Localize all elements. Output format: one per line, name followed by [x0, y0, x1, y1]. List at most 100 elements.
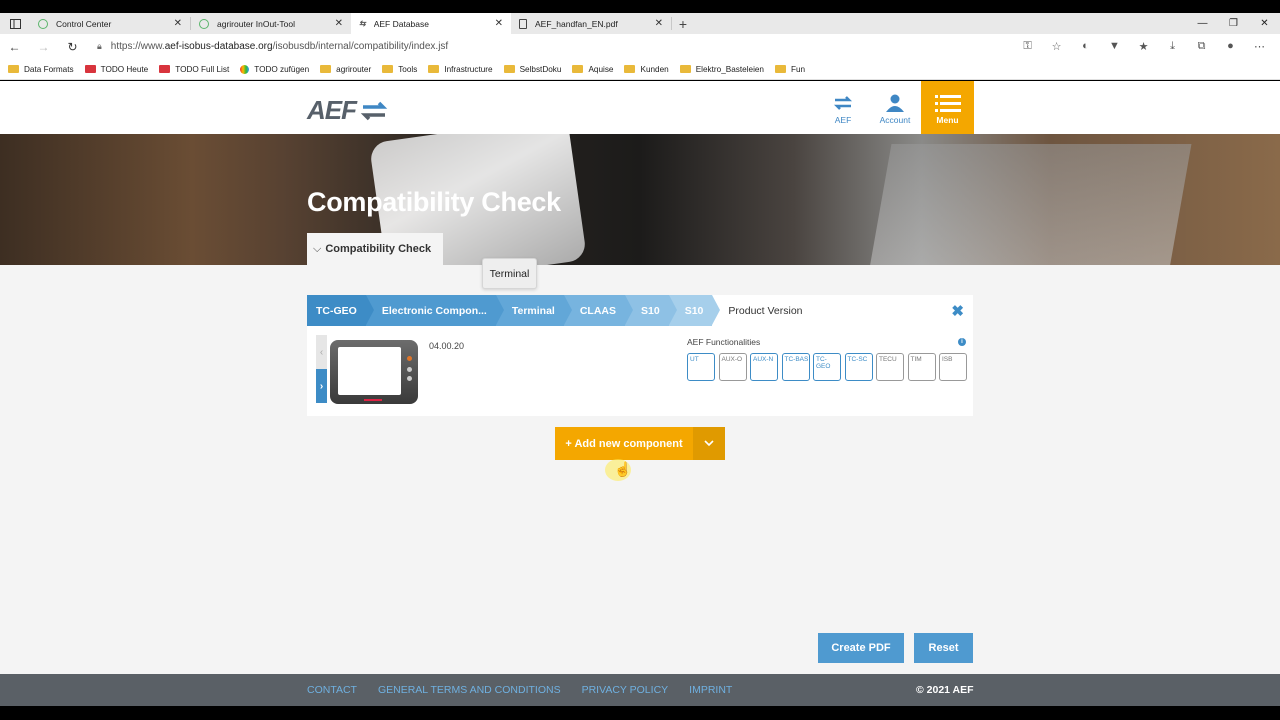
- breadcrumb-electronic-component[interactable]: Electronic Compon...: [365, 295, 504, 326]
- functionality-ut[interactable]: UT: [687, 353, 715, 381]
- tab-title: Control Center: [56, 18, 112, 29]
- site-footer: CONTACT GENERAL TERMS AND CONDITIONS PRI…: [0, 674, 1280, 706]
- compatibility-check-dropdown[interactable]: ⌵ Compatibility Check: [307, 233, 444, 265]
- address-bar-row: ← → ↻ 🔒︎ https://www. aef-isobus-database…: [0, 34, 1280, 59]
- hand-pointer-cursor-icon: ☝: [614, 461, 632, 477]
- functionality-aux-n[interactable]: AUX-N: [750, 353, 778, 381]
- tab-aef-database[interactable]: ⇆ AEF Database ✕: [351, 13, 511, 34]
- component-details: ‹ › 04.00.20 AEF Functionalities i UT AU…: [307, 326, 973, 416]
- add-component-dropdown-button[interactable]: [693, 427, 725, 460]
- back-arrow-icon[interactable]: ←: [0, 40, 29, 54]
- user-icon: [886, 94, 904, 112]
- footer-link-privacy[interactable]: PRIVACY POLICY: [582, 684, 669, 696]
- bookmarks-bar: Data Formats TODO Heute TODO Full List T…: [0, 59, 1280, 80]
- chevron-right-icon[interactable]: ›: [316, 369, 327, 403]
- breadcrumb-label: TC-GEO: [316, 304, 357, 317]
- url-path: /isobusdb/internal/compatibility/index.j…: [272, 41, 449, 52]
- url-field[interactable]: 🔒︎ https://www. aef-isobus-database.org/i…: [97, 41, 1013, 52]
- bookmark-todo-zufuegen[interactable]: TODO zufügen: [240, 64, 309, 74]
- info-icon[interactable]: i: [958, 338, 966, 346]
- tab-title: AEF_handfan_EN.pdf: [535, 18, 618, 29]
- breadcrumb-label: Electronic Compon...: [381, 304, 487, 317]
- todo-icon: [159, 65, 171, 73]
- bookmark-todo-heute[interactable]: TODO Heute: [84, 64, 149, 74]
- device-button: [407, 356, 412, 361]
- terminal-device-image: [330, 340, 418, 404]
- breadcrumb-current: Product Version: [728, 304, 803, 317]
- todo-icon: [84, 65, 96, 73]
- reset-button[interactable]: Reset: [914, 633, 973, 663]
- header-nav-aef[interactable]: AEF: [817, 81, 869, 134]
- close-icon[interactable]: ✕: [335, 18, 343, 29]
- bookmark-fun[interactable]: Fun: [775, 65, 805, 74]
- footer-link-imprint[interactable]: IMPRINT: [689, 684, 732, 696]
- functionalities-title: AEF Functionalities: [687, 337, 761, 347]
- bookmark-todo-full-list[interactable]: TODO Full List: [159, 65, 229, 74]
- functionality-aux-o[interactable]: AUX-O: [718, 353, 747, 381]
- footer-link-terms[interactable]: GENERAL TERMS AND CONDITIONS: [378, 684, 561, 696]
- bookmark-infrastructure[interactable]: Infrastructure: [428, 64, 493, 74]
- favorite-add-icon[interactable]: ☆: [1042, 40, 1071, 53]
- bookmark-aquise[interactable]: Aquise: [572, 65, 613, 74]
- footer-link-contact[interactable]: CONTACT: [307, 684, 357, 696]
- hero-banner: Compatibility Check ⌵ Compatibility Chec…: [0, 134, 1280, 265]
- close-icon[interactable]: ✕: [174, 18, 182, 29]
- functionality-tc-bas[interactable]: TC-BAS: [781, 353, 810, 381]
- tab-control-center[interactable]: Control Center ✕: [30, 13, 190, 34]
- collections-icon[interactable]: ⧉: [1187, 40, 1216, 53]
- bookmark-label: Infrastructure: [444, 64, 493, 74]
- remove-component-close-icon[interactable]: ✖: [951, 302, 964, 320]
- add-new-component-button[interactable]: + Add new component: [555, 427, 693, 460]
- more-options-icon[interactable]: ⋯: [1245, 40, 1274, 53]
- functionality-tecu[interactable]: TECU: [876, 353, 904, 381]
- chevron-left-icon[interactable]: ‹: [316, 335, 327, 369]
- functionality-tim[interactable]: TIM: [907, 353, 936, 381]
- bookmark-selbstdoku[interactable]: SelbstDoku: [503, 64, 562, 74]
- functionality-tc-sc[interactable]: TC-SC: [844, 353, 873, 381]
- device-screen: [338, 347, 401, 395]
- tab-actions-icon[interactable]: [0, 13, 30, 34]
- aef-logo[interactable]: AEF: [307, 95, 389, 126]
- header-nav: AEF Account Menu: [817, 81, 974, 134]
- header-nav-menu[interactable]: Menu: [921, 81, 974, 134]
- breadcrumb-label: S10: [684, 304, 704, 317]
- bookmark-label: SelbstDoku: [519, 64, 562, 74]
- color-wheel-icon: [240, 64, 250, 74]
- header-nav-label: Menu: [936, 115, 959, 125]
- restore-icon[interactable]: ❐: [1218, 13, 1249, 34]
- breadcrumb-label: CLAAS: [579, 304, 617, 317]
- key-icon[interactable]: ⚿: [1013, 40, 1042, 53]
- new-tab-plus-icon[interactable]: +: [672, 13, 694, 34]
- terminal-tooltip: Terminal: [482, 258, 537, 289]
- bookmark-elektro-basteleien[interactable]: Elektro_Basteleien: [679, 65, 764, 74]
- functionality-tc-geo[interactable]: TC-GEO: [813, 353, 841, 381]
- breadcrumb-terminal[interactable]: Terminal: [495, 295, 572, 326]
- downloads-icon[interactable]: ⤓: [1158, 40, 1187, 53]
- header-nav-account[interactable]: Account: [869, 81, 921, 134]
- minimize-icon[interactable]: —: [1187, 13, 1218, 34]
- tab-aef-handfan-pdf[interactable]: AEF_handfan_EN.pdf ✕: [511, 13, 671, 34]
- profile-avatar-icon[interactable]: ●: [1216, 40, 1245, 53]
- close-icon[interactable]: ✕: [655, 18, 663, 29]
- folder-icon: [624, 65, 636, 73]
- breadcrumb-claas[interactable]: CLAAS: [563, 295, 634, 326]
- logo-arrows-icon: [360, 101, 388, 120]
- favorites-icon[interactable]: ★: [1129, 40, 1158, 53]
- tab-agrirouter-inout-tool[interactable]: agrirouter InOut-Tool ✕: [191, 13, 351, 34]
- create-pdf-button[interactable]: Create PDF: [818, 633, 904, 663]
- extension-icon[interactable]: ◐: [1071, 40, 1100, 53]
- functionality-isb[interactable]: ISB: [939, 353, 967, 381]
- bookmark-agrirouter[interactable]: agrirouter: [320, 65, 371, 74]
- bookmark-tools[interactable]: Tools: [382, 65, 417, 74]
- bookmark-data-formats[interactable]: Data Formats: [8, 65, 74, 74]
- reload-icon[interactable]: ↻: [58, 40, 87, 54]
- window-close-icon[interactable]: ✕: [1249, 13, 1280, 34]
- folder-icon: [382, 65, 394, 73]
- forward-arrow-icon[interactable]: →: [29, 40, 58, 54]
- filter-extension-icon[interactable]: ▼: [1100, 40, 1129, 53]
- bookmark-kunden[interactable]: Kunden: [624, 65, 669, 74]
- bookmark-label: TODO Heute: [100, 64, 149, 74]
- breadcrumb-tc-geo[interactable]: TC-GEO: [307, 295, 374, 326]
- close-icon[interactable]: ✕: [495, 18, 503, 29]
- footer-links: CONTACT GENERAL TERMS AND CONDITIONS PRI…: [307, 684, 753, 696]
